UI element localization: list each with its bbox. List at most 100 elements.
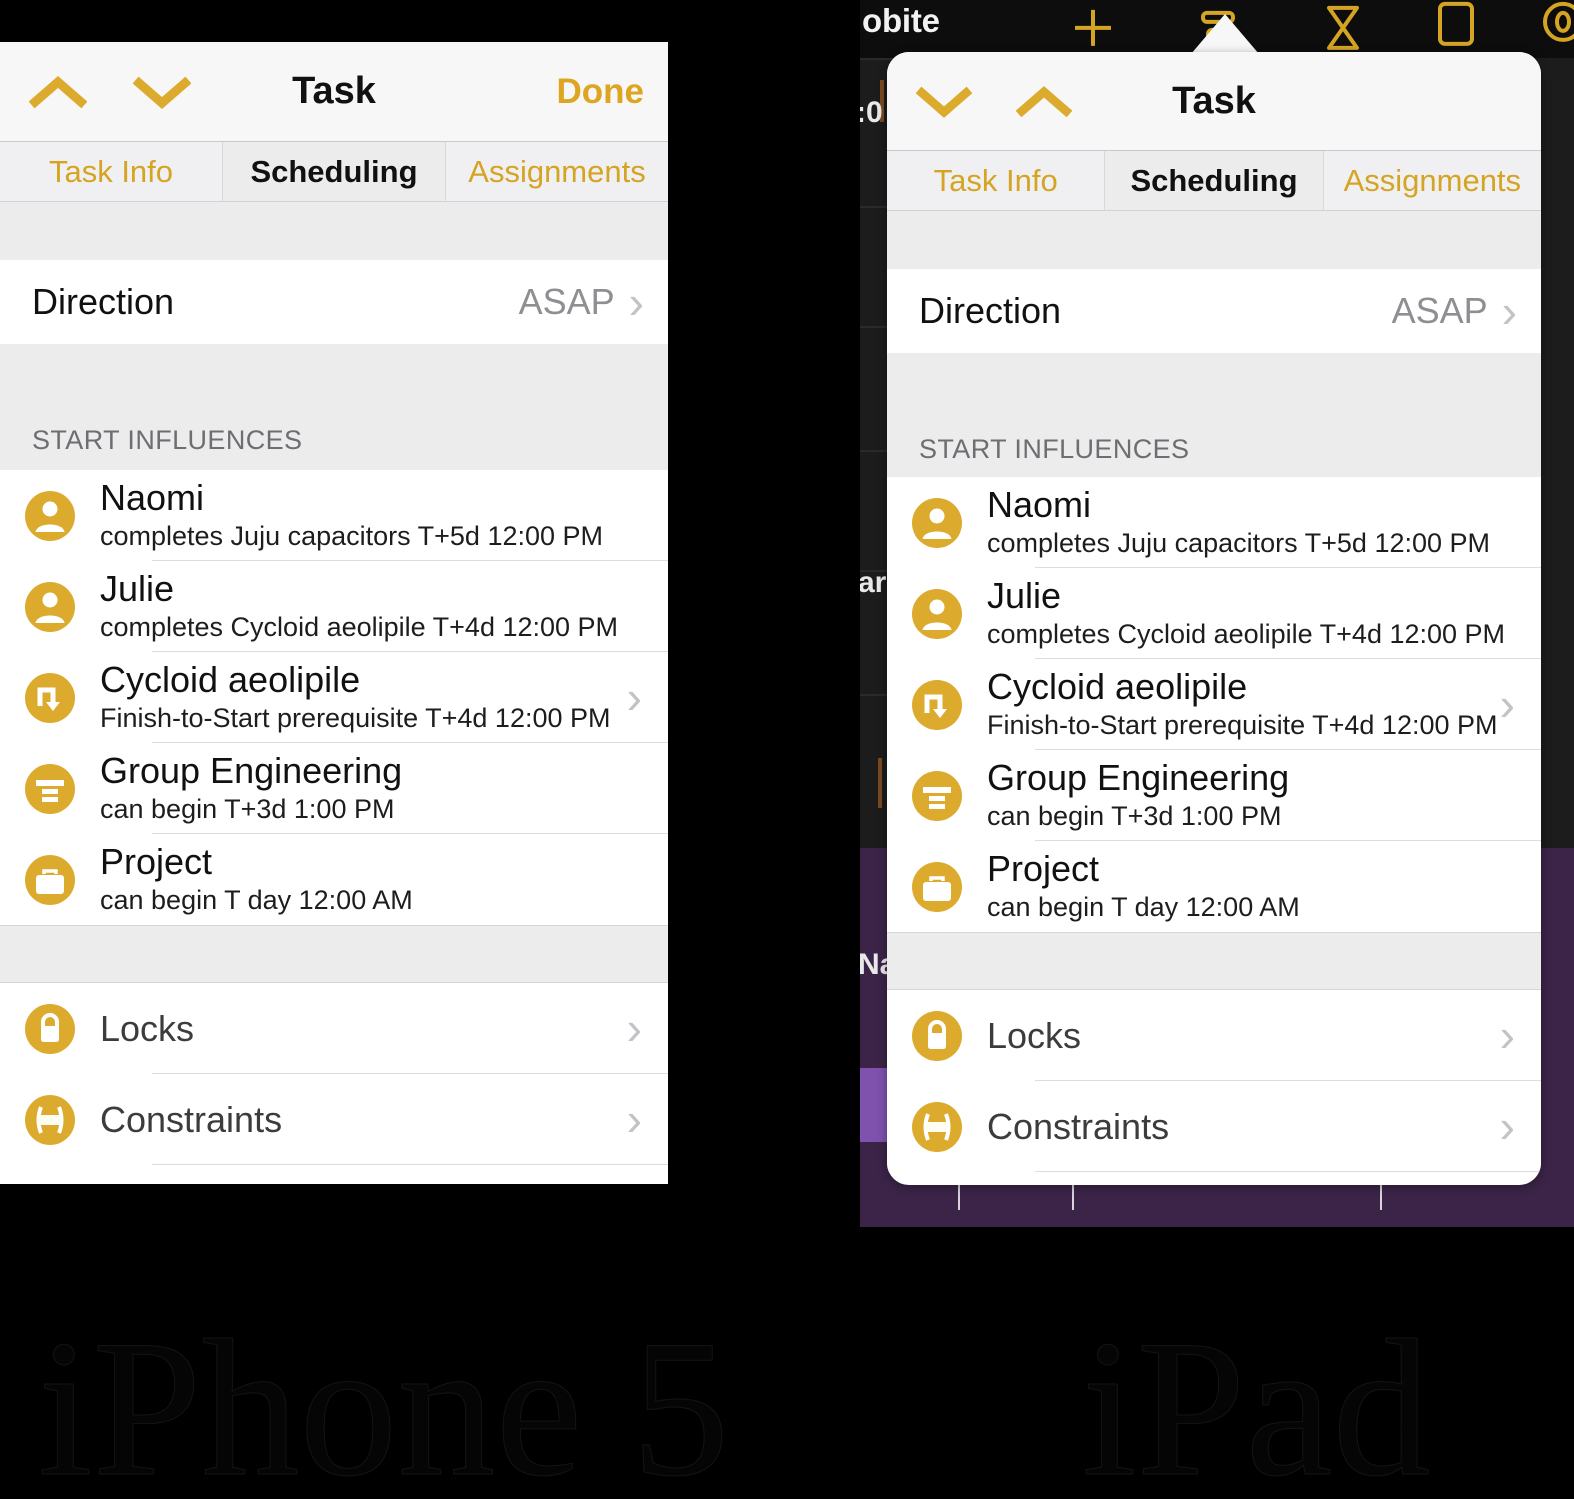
chevron-right-icon: › <box>627 1103 642 1135</box>
constraint-icon <box>0 1095 100 1145</box>
rectangle-icon[interactable] <box>1413 0 1499 58</box>
list-item[interactable]: Naomi completes Juju capacitors T+5d 12:… <box>0 470 668 561</box>
footer-gap <box>0 925 668 983</box>
briefcase-icon <box>0 855 100 905</box>
chevron-down-icon[interactable] <box>905 52 983 151</box>
list-item-title: Group Engineering <box>100 752 402 790</box>
tab-assignments[interactable]: Assignments <box>1324 151 1541 210</box>
ipad-caption: iPad <box>1082 1296 1430 1499</box>
chevron-up-icon[interactable] <box>18 42 98 142</box>
person-icon <box>0 582 100 632</box>
iphone-tabbar: Task Info Scheduling Assignments <box>0 142 668 202</box>
direction-label: Direction <box>32 281 174 323</box>
list-item-title: Project <box>987 850 1300 888</box>
list-item-title: Project <box>100 843 413 881</box>
constraints-label: Constraints <box>987 1106 1169 1148</box>
chevron-right-icon: › <box>627 1012 642 1044</box>
footer-gap <box>887 932 1541 990</box>
person-icon <box>887 589 987 639</box>
dependency-icon <box>887 680 987 730</box>
tab-scheduling[interactable]: Scheduling <box>1105 151 1323 210</box>
done-button[interactable]: Done <box>557 72 645 112</box>
list-item[interactable]: Group Engineering can begin T+3d 1:00 PM <box>0 743 668 834</box>
lock-icon <box>0 1004 100 1054</box>
list-item[interactable]: Project can begin T day 12:00 AM <box>0 834 668 925</box>
list-item[interactable]: Julie completes Cycloid aeolipile T+4d 1… <box>0 561 668 652</box>
list-item-title: Naomi <box>987 486 1490 524</box>
list-item-subtitle: can begin T+3d 1:00 PM <box>100 794 402 825</box>
list-item[interactable]: Cycloid aeolipile Finish-to-Start prereq… <box>0 652 668 743</box>
tab-label: Task Info <box>934 163 1058 199</box>
tab-task-info[interactable]: Task Info <box>887 151 1105 210</box>
person-icon <box>887 498 987 548</box>
tab-label: Assignments <box>1344 163 1521 199</box>
list-item-subtitle: can begin T+3d 1:00 PM <box>987 801 1289 832</box>
list-item-title: Cycloid aeolipile <box>100 661 611 699</box>
iphone-panel-header: Task Done <box>0 42 668 142</box>
constraints-row[interactable]: Constraints › <box>887 1081 1541 1172</box>
group-icon <box>887 771 987 821</box>
direction-row[interactable]: Direction ASAP › <box>887 269 1541 353</box>
constraints-label: Constraints <box>100 1099 282 1141</box>
tab-label: Assignments <box>468 154 645 190</box>
chevron-right-icon: › <box>627 681 642 713</box>
list-item-subtitle: completes Cycloid aeolipile T+4d 12:00 P… <box>987 619 1505 650</box>
list-item-title: Julie <box>100 570 618 608</box>
tab-label: Scheduling <box>250 154 417 190</box>
eye-icon[interactable] <box>1520 0 1574 58</box>
start-influences-header: START INFLUENCES <box>887 421 1541 477</box>
section-title: START INFLUENCES <box>919 434 1189 465</box>
chevron-down-icon[interactable] <box>122 42 202 142</box>
locks-label: Locks <box>987 1015 1081 1057</box>
chevron-right-icon: › <box>1502 295 1517 327</box>
tab-task-info[interactable]: Task Info <box>0 142 223 201</box>
list-item-subtitle: Finish-to-Start prerequisite T+4d 12:00 … <box>100 703 611 734</box>
section-title: START INFLUENCES <box>32 425 302 456</box>
list-item-title: Cycloid aeolipile <box>987 668 1498 706</box>
chevron-right-icon: › <box>1500 688 1515 720</box>
direction-row[interactable]: Direction ASAP › <box>0 260 668 344</box>
background-text-fragment: :0 <box>860 96 883 130</box>
list-item-title: Group Engineering <box>987 759 1289 797</box>
constraints-row[interactable]: Constraints › <box>0 1074 668 1165</box>
list-item-subtitle: completes Cycloid aeolipile T+4d 12:00 P… <box>100 612 618 643</box>
list-item[interactable]: Julie completes Cycloid aeolipile T+4d 1… <box>887 568 1541 659</box>
list-item-subtitle: Finish-to-Start prerequisite T+4d 12:00 … <box>987 710 1498 741</box>
background-text-fragment: ar <box>860 566 886 600</box>
start-influences-header: START INFLUENCES <box>0 412 668 470</box>
list-item[interactable]: Project can begin T day 12:00 AM <box>887 841 1541 932</box>
list-item[interactable]: Group Engineering can begin T+3d 1:00 PM <box>887 750 1541 841</box>
tab-scheduling[interactable]: Scheduling <box>223 142 446 201</box>
direction-value: ASAP <box>1392 290 1488 332</box>
popover-arrow <box>1185 12 1265 56</box>
group-icon <box>0 764 100 814</box>
person-icon <box>0 491 100 541</box>
iphone-task-popover: Task Done Task Info Scheduling Assignmen… <box>0 42 668 1184</box>
screenshot-root: obite ar Na Task Done Task Info Scheduli… <box>0 0 1574 1499</box>
locks-row[interactable]: Locks › <box>0 983 668 1074</box>
page-title: Task <box>887 80 1541 123</box>
lock-icon <box>887 1011 987 1061</box>
locks-label: Locks <box>100 1008 194 1050</box>
list-item-title: Julie <box>987 577 1505 615</box>
ipad-tabbar: Task Info Scheduling Assignments <box>887 151 1541 211</box>
tab-assignments[interactable]: Assignments <box>446 142 668 201</box>
list-item[interactable]: Naomi completes Juju capacitors T+5d 12:… <box>887 477 1541 568</box>
dependency-icon <box>0 673 100 723</box>
tab-label: Task Info <box>49 154 173 190</box>
resource-icon[interactable] <box>1300 0 1386 58</box>
chevron-up-icon[interactable] <box>1005 52 1083 151</box>
chevron-right-icon: › <box>1500 1019 1515 1051</box>
list-item-subtitle: can begin T day 12:00 AM <box>100 885 413 916</box>
locks-row[interactable]: Locks › <box>887 990 1541 1081</box>
list-item-subtitle: can begin T day 12:00 AM <box>987 892 1300 923</box>
list-item-subtitle: completes Juju capacitors T+5d 12:00 PM <box>100 521 603 552</box>
direction-label: Direction <box>919 290 1061 332</box>
list-item-title: Naomi <box>100 479 603 517</box>
iphone-caption: iPhone 5 <box>38 1296 729 1499</box>
ipad-panel-header: Task <box>887 52 1541 151</box>
list-item-subtitle: completes Juju capacitors T+5d 12:00 PM <box>987 528 1490 559</box>
app-title: obite <box>862 2 940 40</box>
list-item[interactable]: Cycloid aeolipile Finish-to-Start prereq… <box>887 659 1541 750</box>
plus-icon[interactable] <box>1050 0 1136 58</box>
